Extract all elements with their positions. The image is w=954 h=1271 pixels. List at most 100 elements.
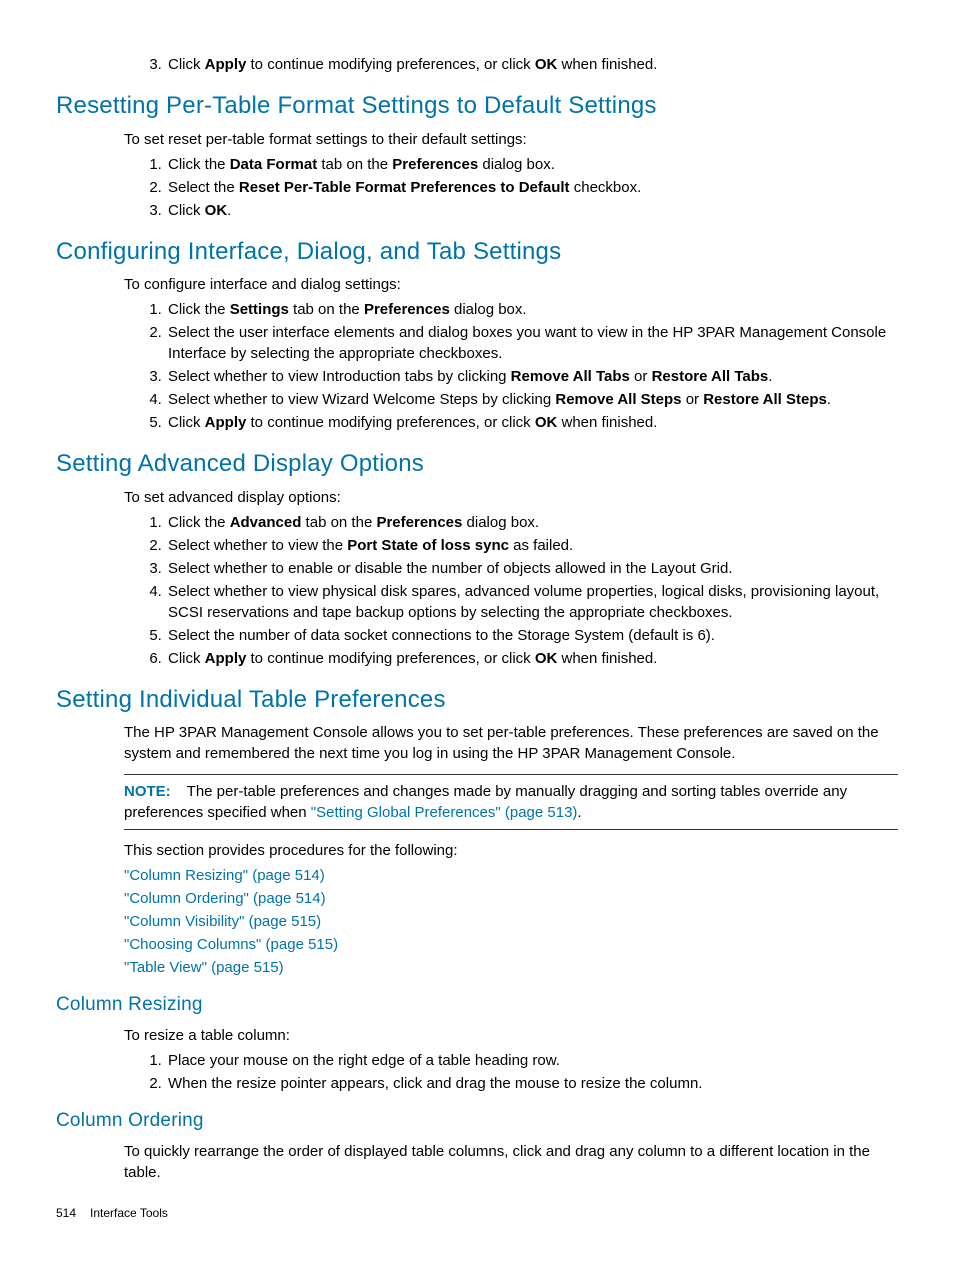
list-item: Click the Advanced tab on the Preference…	[166, 512, 898, 533]
bold: Advanced	[230, 514, 302, 531]
heading-column-resizing: Column Resizing	[56, 992, 898, 1019]
intro-text: To configure interface and dialog settin…	[124, 274, 898, 295]
section-body: To configure interface and dialog settin…	[124, 274, 898, 433]
list-item: Select the Reset Per-Table Format Prefer…	[166, 177, 898, 198]
bold: Preferences	[364, 301, 450, 318]
text: dialog box.	[462, 514, 539, 531]
section-body: To quickly rearrange the order of displa…	[124, 1141, 898, 1183]
continuation-list: Click Apply to continue modifying prefer…	[124, 54, 898, 75]
bold: OK	[535, 650, 558, 667]
intro-text: To resize a table column:	[124, 1025, 898, 1046]
intro-text: To set advanced display options:	[124, 487, 898, 508]
bold: Remove All Tabs	[511, 368, 630, 385]
link-column-resizing[interactable]: "Column Resizing" (page 514)	[124, 867, 325, 884]
link-setting-global-prefs[interactable]: "Setting Global Preferences" (page 513)	[311, 804, 578, 821]
text: Select whether to view Wizard Welcome St…	[168, 391, 555, 408]
text: Select whether to view the	[168, 537, 347, 554]
section-body: To resize a table column: Place your mou…	[124, 1025, 898, 1094]
list-item: Select the number of data socket connect…	[166, 625, 898, 646]
list-item: Select whether to enable or disable the …	[166, 558, 898, 579]
list-item: Select whether to view the Port State of…	[166, 535, 898, 556]
page-footer: 514 Interface Tools	[56, 1205, 898, 1222]
text: tab on the	[289, 301, 364, 318]
footer-title: Interface Tools	[90, 1206, 168, 1220]
text: .	[227, 202, 231, 219]
bold: Apply	[205, 56, 247, 73]
section-body: The HP 3PAR Management Console allows yo…	[124, 722, 898, 978]
paragraph: To quickly rearrange the order of displa…	[124, 1141, 898, 1183]
link-table-view[interactable]: "Table View" (page 515)	[124, 959, 284, 976]
list-item: Click Apply to continue modifying prefer…	[166, 412, 898, 433]
text: Select the	[168, 179, 239, 196]
bold: OK	[205, 202, 228, 219]
text: to continue modifying preferences, or cl…	[246, 56, 534, 73]
heading-resetting-per-table: Resetting Per-Table Format Settings to D…	[56, 89, 898, 123]
text: Select whether to view Introduction tabs…	[168, 368, 511, 385]
paragraph: The HP 3PAR Management Console allows yo…	[124, 722, 898, 764]
bold: Apply	[205, 414, 247, 431]
list-item: Click OK.	[166, 200, 898, 221]
bold: Restore All Tabs	[652, 368, 769, 385]
bold: Data Format	[230, 156, 318, 173]
bold: Settings	[230, 301, 289, 318]
text: Select whether to enable or disable the …	[168, 560, 733, 577]
text: Click	[168, 414, 205, 431]
bold: Restore All Steps	[703, 391, 827, 408]
text: or	[630, 368, 652, 385]
list-item: Click the Data Format tab on the Prefere…	[166, 154, 898, 175]
note-label: NOTE:	[124, 783, 171, 800]
text: to continue modifying preferences, or cl…	[246, 650, 534, 667]
list-item: Select whether to view Wizard Welcome St…	[166, 389, 898, 410]
text: tab on the	[301, 514, 376, 531]
bold: Remove All Steps	[555, 391, 681, 408]
text: dialog box.	[450, 301, 527, 318]
text: or	[682, 391, 704, 408]
list-item: Click Apply to continue modifying prefer…	[166, 648, 898, 669]
list-item: Click Apply to continue modifying prefer…	[166, 54, 898, 75]
text: Select whether to view physical disk spa…	[168, 583, 879, 621]
text: checkbox.	[570, 179, 642, 196]
heading-column-ordering: Column Ordering	[56, 1108, 898, 1135]
bold: Preferences	[392, 156, 478, 173]
text: Click	[168, 56, 205, 73]
bold: OK	[535, 56, 558, 73]
text: Select the number of data socket connect…	[168, 627, 715, 644]
note-block: NOTE:The per-table preferences and chang…	[124, 774, 898, 830]
text: Click the	[168, 514, 230, 531]
heading-configuring-interface: Configuring Interface, Dialog, and Tab S…	[56, 235, 898, 269]
list-item: Select whether to view Introduction tabs…	[166, 366, 898, 387]
text: when finished.	[557, 650, 657, 667]
bold: OK	[535, 414, 558, 431]
text: dialog box.	[478, 156, 555, 173]
list-item: Select whether to view physical disk spa…	[166, 581, 898, 623]
text: .	[768, 368, 772, 385]
text: when finished.	[557, 414, 657, 431]
text: to continue modifying preferences, or cl…	[246, 414, 534, 431]
bold: Apply	[205, 650, 247, 667]
paragraph: This section provides procedures for the…	[124, 840, 898, 861]
list-item: Select the user interface elements and d…	[166, 322, 898, 364]
bold: Port State of loss sync	[347, 537, 509, 554]
text: Click	[168, 650, 205, 667]
text: Select the user interface elements and d…	[168, 324, 886, 362]
text: Click the	[168, 156, 230, 173]
heading-advanced-display: Setting Advanced Display Options	[56, 447, 898, 481]
section-body: To set advanced display options: Click t…	[124, 487, 898, 669]
note-text: .	[577, 804, 581, 821]
text: Click	[168, 202, 205, 219]
link-column-ordering[interactable]: "Column Ordering" (page 514)	[124, 890, 326, 907]
page-number: 514	[56, 1206, 76, 1220]
bold: Reset Per-Table Format Preferences to De…	[239, 179, 570, 196]
text: tab on the	[317, 156, 392, 173]
list-item: When the resize pointer appears, click a…	[166, 1073, 898, 1094]
text: Click the	[168, 301, 230, 318]
link-choosing-columns[interactable]: "Choosing Columns" (page 515)	[124, 936, 338, 953]
text: when finished.	[557, 56, 657, 73]
list-item: Place your mouse on the right edge of a …	[166, 1050, 898, 1071]
link-column-visibility[interactable]: "Column Visibility" (page 515)	[124, 913, 321, 930]
heading-individual-table-prefs: Setting Individual Table Preferences	[56, 683, 898, 717]
bold: Preferences	[376, 514, 462, 531]
list-item: Click the Settings tab on the Preference…	[166, 299, 898, 320]
intro-text: To set reset per-table format settings t…	[124, 129, 898, 150]
section-body: To set reset per-table format settings t…	[124, 129, 898, 221]
